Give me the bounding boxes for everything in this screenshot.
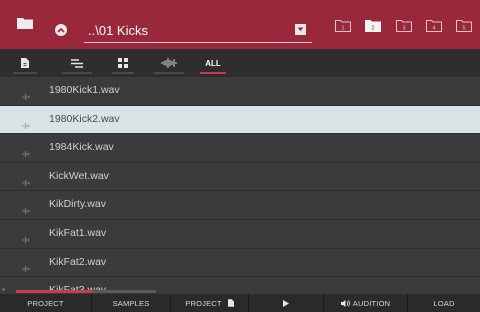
slot-3-label: 3 [402,26,405,32]
file-name: KikDirty.wav [49,198,106,211]
waveform-icon [22,173,30,191]
file-name: 1984Kick.wav [49,141,114,154]
project-view-label: PROJECT [27,298,64,308]
parent-folder-icon[interactable] [55,24,67,36]
file-list[interactable]: 1980Kick1.wav 1980Kick2.wav 1984Kick.wav Ki… [0,77,480,293]
filter-programs[interactable] [112,49,134,77]
speaker-icon [340,299,350,307]
file-name: KikFat1.wav [49,226,107,239]
file-row[interactable]: KikDirty.wav [0,191,480,220]
file-icon [227,299,234,307]
folder-slot-1[interactable]: 1 [335,19,351,32]
slot-5-label: 5 [462,26,465,32]
grid-icon [118,58,128,68]
chevron-down-icon[interactable] [295,24,306,35]
view-tab-indicator-active [16,290,94,293]
slot-1-label: 1 [341,26,344,32]
scroll-indicator [2,288,5,291]
waveform-icon [22,116,30,134]
filter-project-file[interactable] [13,49,37,77]
folder-slot-5[interactable]: 5 [456,19,472,32]
slot-4-label: 4 [432,26,435,32]
play-icon [283,299,289,307]
load-to-project-label: PROJECT [185,298,222,308]
waveform-icon [22,144,30,162]
bottom-function-bar: PROJECT SAMPLES PROJECT AUDITION LOAD [0,294,480,312]
file-icon [21,58,29,68]
path-field[interactable]: ..\01 Kicks [84,20,312,43]
current-path: ..\01 Kicks [88,23,148,38]
file-name: KickWet.wav [49,169,109,182]
folder-slot-2[interactable]: 2 [365,19,381,32]
samples-view-label: SAMPLES [112,298,150,308]
file-row[interactable]: 1980Kick1.wav [0,77,480,106]
waveform-icon [161,58,177,68]
load-label: LOAD [433,298,455,308]
filter-sequences[interactable] [62,49,92,77]
slot-2-label: 2 [371,26,374,32]
play-button[interactable] [249,294,324,312]
file-row[interactable]: KikFat1.wav [0,220,480,249]
browser-header: ..\01 Kicks 1 2 3 4 5 [0,0,480,49]
filter-samples[interactable] [154,49,184,77]
file-name: 1980Kick1.wav [49,84,120,96]
waveform-icon [22,87,30,105]
audition-button[interactable]: AUDITION [324,294,408,312]
waveform-icon [22,201,30,219]
waveform-icon [22,259,30,277]
filter-toolbar: ALL [0,49,480,77]
filter-all-tab[interactable]: ALL [200,49,226,77]
file-row[interactable]: 1980Kick2.wav [0,105,480,135]
project-view-button[interactable]: PROJECT [0,294,92,312]
filter-all-label: ALL [205,58,221,68]
file-row[interactable]: KickWet.wav [0,163,480,192]
load-to-project-button[interactable]: PROJECT [171,294,249,312]
sequence-icon [71,58,83,68]
audition-label: AUDITION [352,298,391,308]
folder-slot-3[interactable]: 3 [396,19,412,32]
file-row[interactable]: 1984Kick.wav [0,134,480,163]
file-name: KikFat2.wav [49,255,107,268]
file-name: 1980Kick2.wav [49,112,120,125]
waveform-icon [22,230,30,248]
file-row[interactable]: KikFat2.wav [0,249,480,278]
samples-view-button[interactable]: SAMPLES [92,294,171,312]
folder-slot-4[interactable]: 4 [426,19,442,32]
load-button[interactable]: LOAD [408,294,480,312]
folder-icon[interactable] [17,16,33,34]
view-tab-indicator [92,290,156,293]
